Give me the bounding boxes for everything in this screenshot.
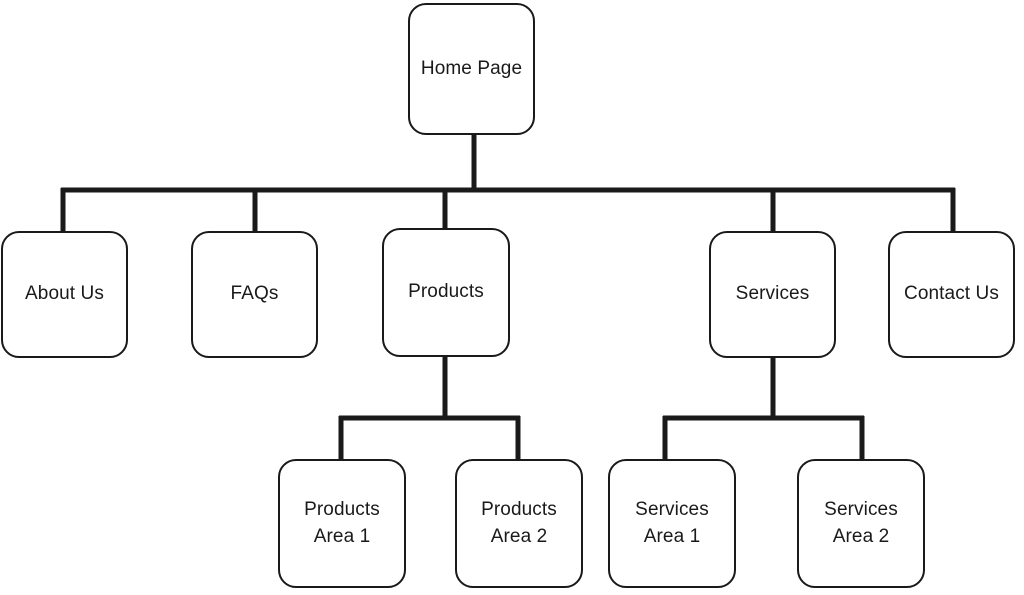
- node-services-area-2-label: Services Area 2: [824, 498, 898, 547]
- node-products[interactable]: Products: [382, 228, 510, 357]
- node-about-us[interactable]: About Us: [1, 231, 128, 358]
- node-about-us-label: About Us: [25, 283, 104, 305]
- node-contact-us-label: Contact Us: [904, 283, 999, 305]
- node-faqs-label: FAQs: [230, 283, 279, 305]
- node-services-area-1[interactable]: Services Area 1: [608, 459, 736, 588]
- node-services[interactable]: Services: [709, 231, 836, 358]
- node-services-area-1-label: Services Area 1: [635, 498, 709, 547]
- site-map-diagram: Home Page About Us FAQs Products Service…: [0, 0, 1024, 595]
- node-home-page[interactable]: Home Page: [408, 3, 535, 135]
- node-home-page-label: Home Page: [420, 57, 523, 79]
- node-products-area-1-label: Products Area 1: [304, 498, 380, 547]
- node-services-label: Services: [735, 283, 810, 305]
- node-contact-us[interactable]: Contact Us: [888, 231, 1015, 358]
- node-products-area-2-label: Products Area 2: [481, 498, 557, 547]
- node-layer: Home Page About Us FAQs Products Service…: [0, 0, 1024, 595]
- node-services-area-2[interactable]: Services Area 2: [797, 459, 925, 588]
- node-products-label: Products: [408, 281, 484, 303]
- node-products-area-1[interactable]: Products Area 1: [278, 459, 406, 588]
- node-products-area-2[interactable]: Products Area 2: [455, 459, 583, 588]
- node-faqs[interactable]: FAQs: [191, 231, 318, 358]
